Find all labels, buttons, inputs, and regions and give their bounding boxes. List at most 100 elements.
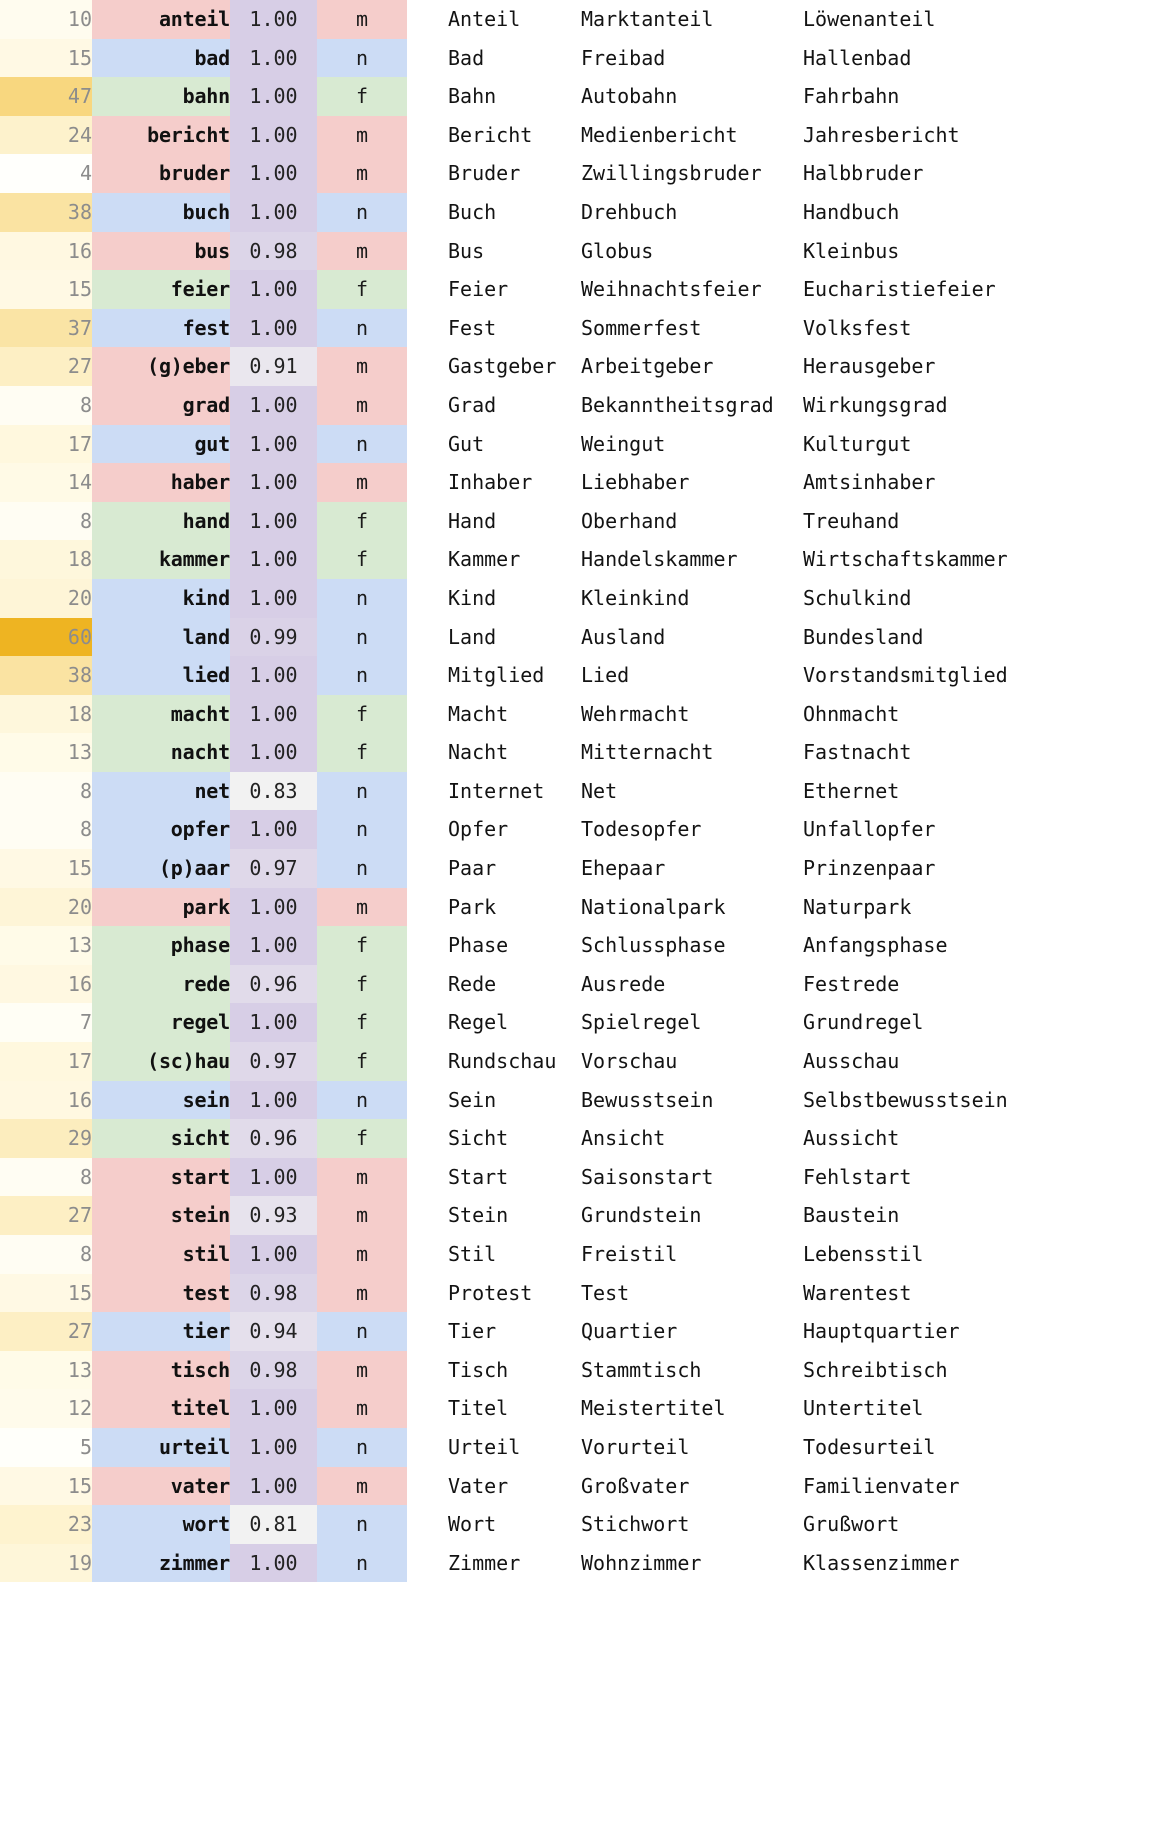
lemma-cell: Sicht [448,1119,581,1158]
column-gap [407,656,448,695]
example-1-cell: Saisonstart [581,1157,803,1197]
head-word-cell: fest [92,308,230,348]
gender-cell: f [317,926,407,965]
score-cell: 1.00 [230,38,317,78]
head-word-cell: kammer [92,540,230,579]
column-gap [407,926,448,965]
column-gap [407,192,448,232]
compound-head-table: 10 anteil 1.00 m Anteil Marktanteil Löwenantei… [0,0,1150,1583]
count-cell: 16 [0,231,92,271]
table-row: 27 stein 0.93 m Stein Grundstein Baustein [0,1196,1150,1235]
table-row: 13 tisch 0.98 m Tisch Stammtisch Schreibtisch [0,1350,1150,1390]
count-cell: 15 [0,849,92,888]
example-2-cell: Kulturgut [803,424,1150,464]
example-1-cell: Lied [581,656,803,695]
score-cell: 0.97 [230,1042,317,1081]
head-word-cell: nacht [92,733,230,772]
score-cell: 0.98 [230,1273,317,1313]
column-gap [407,540,448,579]
table-row: 13 phase 1.00 f Phase Schlussphase Anfangsphas… [0,926,1150,965]
lemma-cell: Vater [448,1466,581,1506]
score-cell: 1.00 [230,540,317,579]
gender-cell: f [317,270,407,309]
table-row: 15 vater 1.00 m Vater Großvater Familienvater [0,1466,1150,1506]
head-word-cell: zimmer [92,1543,230,1583]
head-word-cell: stein [92,1196,230,1235]
column-gap [407,733,448,772]
lemma-cell: Bad [448,38,581,78]
score-cell: 1.00 [230,463,317,502]
example-2-cell: Schulkind [803,578,1150,618]
count-cell: 13 [0,733,92,772]
score-cell: 1.00 [230,810,317,850]
head-word-cell: bahn [92,77,230,116]
head-word-cell: tier [92,1312,230,1351]
column-gap [407,771,448,811]
example-1-cell: Todesopfer [581,810,803,850]
gender-cell: f [317,540,407,579]
count-cell: 10 [0,0,92,39]
head-word-cell: hand [92,501,230,541]
lemma-cell: Nacht [448,733,581,772]
gender-cell: f [317,77,407,116]
head-word-cell: grad [92,385,230,425]
score-cell: 1.00 [230,115,317,155]
example-2-cell: Festrede [803,964,1150,1004]
count-cell: 13 [0,1350,92,1390]
column-gap [407,77,448,116]
example-1-cell: Sommerfest [581,308,803,348]
example-1-cell: Grundstein [581,1196,803,1235]
column-gap [407,578,448,618]
score-cell: 0.96 [230,964,317,1004]
score-cell: 0.91 [230,347,317,386]
lemma-cell: Feier [448,270,581,309]
head-word-cell: sein [92,1080,230,1120]
count-cell: 8 [0,771,92,811]
count-cell: 14 [0,463,92,502]
head-word-cell: opfer [92,810,230,850]
column-gap [407,231,448,271]
score-cell: 1.00 [230,424,317,464]
example-1-cell: Ausrede [581,964,803,1004]
count-cell: 27 [0,1196,92,1235]
count-cell: 38 [0,192,92,232]
count-cell: 8 [0,1157,92,1197]
column-gap [407,1003,448,1043]
example-2-cell: Anfangsphase [803,926,1150,965]
lemma-cell: Regel [448,1003,581,1043]
lemma-cell: Tisch [448,1350,581,1390]
example-2-cell: Wirkungsgrad [803,385,1150,425]
column-gap [407,694,448,734]
gender-cell: m [317,463,407,502]
table-row: 18 kammer 1.00 f Kammer Handelskammer Wirtscha… [0,540,1150,579]
example-1-cell: Net [581,771,803,811]
column-gap [407,1119,448,1158]
column-gap [407,1273,448,1313]
example-1-cell: Test [581,1273,803,1313]
example-1-cell: Quartier [581,1312,803,1351]
gender-cell: f [317,501,407,541]
column-gap [407,38,448,78]
count-cell: 5 [0,1427,92,1467]
gender-cell: n [317,1543,407,1583]
count-cell: 15 [0,1273,92,1313]
gender-cell: m [317,887,407,927]
count-cell: 29 [0,1119,92,1158]
example-1-cell: Freibad [581,38,803,78]
column-gap [407,1080,448,1120]
example-2-cell: Untertitel [803,1389,1150,1428]
table-row: 38 lied 1.00 n Mitglied Lied Vorstandsmitglied [0,656,1150,695]
lemma-cell: Phase [448,926,581,965]
gender-cell: f [317,964,407,1004]
count-cell: 18 [0,540,92,579]
table-row: 5 urteil 1.00 n Urteil Vorurteil Todesurteil [0,1427,1150,1467]
example-1-cell: Schlussphase [581,926,803,965]
count-cell: 24 [0,115,92,155]
score-cell: 1.00 [230,887,317,927]
table-row: 8 net 0.83 n Internet Net Ethernet [0,771,1150,811]
table-row: 38 buch 1.00 n Buch Drehbuch Handbuch [0,192,1150,232]
count-cell: 15 [0,38,92,78]
example-2-cell: Hauptquartier [803,1312,1150,1351]
head-word-cell: buch [92,192,230,232]
score-cell: 1.00 [230,1235,317,1274]
